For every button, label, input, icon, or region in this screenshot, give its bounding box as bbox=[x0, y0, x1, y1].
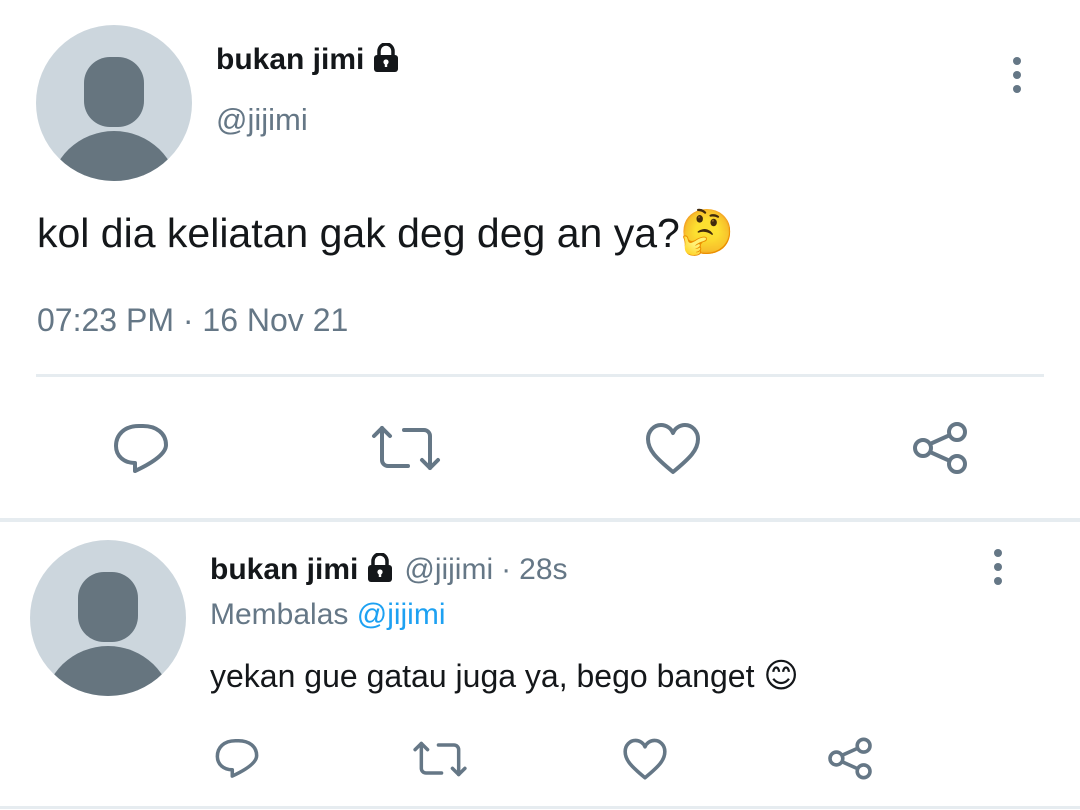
tweet-text-content: kol dia keliatan gak deg deg an ya? bbox=[37, 210, 680, 256]
reply-separator: · bbox=[501, 553, 512, 586]
reply-icon bbox=[114, 424, 168, 473]
share-icon bbox=[913, 422, 967, 474]
retweet-icon bbox=[372, 426, 440, 470]
retweet-button[interactable] bbox=[370, 424, 442, 472]
author-avatar[interactable] bbox=[36, 25, 192, 181]
like-icon bbox=[623, 738, 667, 780]
reply-header: bukan jimi @jijimi · 28s bbox=[210, 550, 568, 590]
author-handle[interactable]: @jijimi bbox=[216, 102, 308, 138]
reply-display-name[interactable]: bukan jimi bbox=[210, 553, 358, 587]
thinking-face-emoji: 🤔 bbox=[679, 208, 735, 257]
reply-text-content: yekan gue gatau juga ya, bego banget bbox=[210, 658, 755, 694]
reply-icon bbox=[215, 738, 259, 778]
smiling-face-emoji: 😊 bbox=[763, 657, 799, 695]
reply-retweet-button[interactable] bbox=[412, 740, 468, 778]
section-divider bbox=[0, 518, 1080, 522]
reply-text: yekan gue gatau juga ya, bego banget 😊 bbox=[210, 656, 799, 696]
reply-like-button[interactable] bbox=[622, 738, 668, 781]
replying-to-label: Membalas bbox=[210, 598, 349, 631]
like-icon bbox=[646, 423, 700, 474]
more-options-icon[interactable] bbox=[1012, 57, 1022, 93]
tweet-time: 07:23 PM bbox=[37, 302, 174, 338]
tweet-date: 16 Nov 21 bbox=[202, 302, 349, 338]
divider bbox=[36, 374, 1044, 377]
replying-to-handle-link[interactable]: @jijimi bbox=[357, 598, 446, 631]
like-button[interactable] bbox=[644, 422, 702, 476]
reply-time-ago: 28s bbox=[519, 553, 568, 586]
reply-reply-button[interactable] bbox=[214, 736, 260, 780]
timestamp-separator: · bbox=[182, 302, 194, 338]
retweet-icon bbox=[413, 741, 467, 777]
reply-share-button[interactable] bbox=[826, 736, 874, 781]
reply-avatar[interactable] bbox=[30, 540, 186, 696]
reply-handle[interactable]: @jijimi bbox=[404, 553, 493, 587]
reply-more-options-icon[interactable] bbox=[993, 549, 1003, 585]
lock-icon bbox=[366, 551, 394, 588]
share-button[interactable] bbox=[910, 420, 970, 476]
tweet-text: kol dia keliatan gak deg deg an ya?🤔 bbox=[37, 208, 735, 258]
author-name-row: bukan jimi bbox=[216, 40, 400, 80]
reply-button[interactable] bbox=[112, 420, 170, 476]
share-icon bbox=[828, 737, 872, 780]
lock-icon bbox=[372, 41, 400, 78]
bottom-divider bbox=[0, 806, 1080, 809]
replying-to-line: Membalas @jijimi bbox=[210, 598, 446, 632]
tweet-timestamp[interactable]: 07:23 PM · 16 Nov 21 bbox=[37, 302, 348, 339]
author-display-name[interactable]: bukan jimi bbox=[216, 43, 364, 77]
